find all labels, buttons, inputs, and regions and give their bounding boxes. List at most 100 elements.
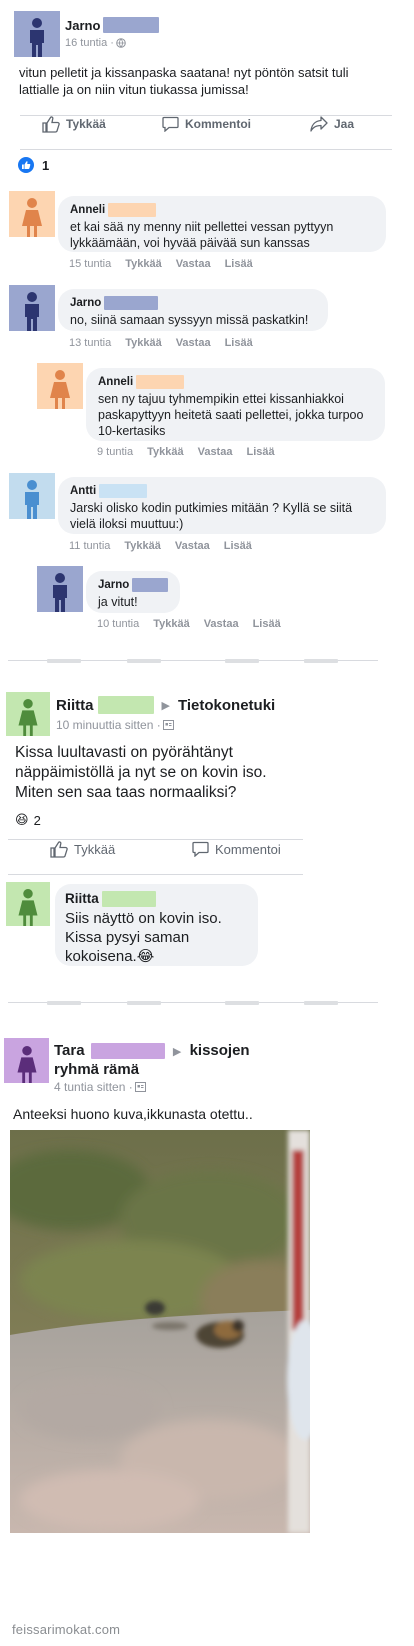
- post-timestamp[interactable]: 4 tuntia sitten ·: [54, 1080, 133, 1094]
- comment-more-link[interactable]: Lisää: [225, 258, 253, 270]
- caret-right-icon: ▶: [161, 699, 170, 712]
- female-person-icon: [18, 698, 38, 736]
- haha-reaction-icon: 😆: [15, 812, 29, 827]
- avatar[interactable]: [6, 692, 50, 736]
- separator-mark: [127, 659, 161, 663]
- avatar[interactable]: [9, 473, 55, 519]
- name-redaction: [97, 696, 154, 714]
- avatar[interactable]: [37, 363, 83, 409]
- avatar[interactable]: [6, 882, 50, 926]
- comment-button[interactable]: Kommentoi: [192, 841, 281, 857]
- divider: [20, 149, 392, 150]
- male-person-icon: [53, 573, 67, 612]
- reaction-count: 1: [42, 157, 50, 173]
- female-person-icon: [17, 1045, 36, 1083]
- comment-text: Jarski olisko kodin putkimies mitään ? K…: [70, 501, 353, 531]
- comment-text: no, siinä samaan syssyyn missä paskatkin…: [70, 313, 309, 327]
- separator-mark: [304, 659, 338, 663]
- avatar[interactable]: [9, 191, 55, 237]
- post-text: vitun pelletit ja kissanpaska saatana! n…: [19, 65, 349, 97]
- comment-timestamp[interactable]: 11 tuntia: [69, 540, 110, 552]
- comment-more-link[interactable]: Lisää: [246, 446, 274, 458]
- share-button[interactable]: Jaa: [310, 116, 354, 132]
- avatar[interactable]: [14, 11, 60, 57]
- name-redaction: [132, 578, 168, 592]
- comment-author[interactable]: Riitta: [65, 889, 99, 908]
- group-name[interactable]: Tietokonetuki: [178, 697, 275, 714]
- post-photo[interactable]: [10, 1130, 310, 1533]
- group-icon: [162, 720, 174, 730]
- comment-bubble: Jarno no, siinä samaan syssyyn missä pas…: [58, 289, 328, 331]
- comment-bubble: Jarno ja vitut!: [86, 571, 180, 613]
- comment-author[interactable]: Jarno: [98, 577, 129, 593]
- comment-author[interactable]: Anneli: [70, 202, 105, 218]
- comment-bubble: Riitta Siis näyttö on kovin iso. Kissa p…: [55, 884, 258, 966]
- comment-reply-link[interactable]: Vastaa: [176, 258, 211, 270]
- comment-text: ja vitut!: [98, 595, 138, 609]
- avatar[interactable]: [4, 1038, 49, 1083]
- comment-timestamp[interactable]: 10 tuntia: [97, 618, 139, 630]
- post-timestamp[interactable]: 10 minuuttia sitten ·: [56, 718, 161, 732]
- comment-text: Siis näyttö on kovin iso. Kissa pysyi sa…: [65, 910, 222, 965]
- comment-author[interactable]: Antti: [70, 483, 96, 499]
- male-person-icon: [30, 18, 44, 57]
- separator-mark: [304, 1001, 338, 1005]
- like-button[interactable]: Tykkää: [42, 115, 106, 133]
- post-timestamp[interactable]: 16 tuntia ·: [65, 37, 114, 49]
- reaction-count: 2: [33, 812, 41, 828]
- comment-bubble: Anneli sen ny tajuu tyhmempikin ettei ki…: [86, 368, 385, 441]
- post-author[interactable]: Riitta: [56, 697, 94, 714]
- comment-more-link[interactable]: Lisää: [225, 337, 253, 349]
- like-button[interactable]: Tykkää: [50, 840, 115, 858]
- comment-timestamp[interactable]: 15 tuntia: [69, 258, 111, 270]
- name-redaction: [101, 890, 156, 907]
- avatar[interactable]: [37, 566, 83, 612]
- comment-like-link[interactable]: Tykkää: [125, 258, 162, 270]
- group-icon: [134, 1082, 146, 1092]
- comment-more-link[interactable]: Lisää: [224, 540, 252, 552]
- reaction-summary[interactable]: 1: [18, 157, 49, 173]
- comment-button[interactable]: Kommentoi: [162, 116, 251, 132]
- comment-icon: [192, 841, 209, 857]
- reaction-summary[interactable]: 😆 2: [15, 812, 41, 828]
- comment-bubble: Antti Jarski olisko kodin putkimies mitä…: [58, 477, 386, 534]
- comment-reply-link[interactable]: Vastaa: [204, 618, 239, 630]
- comment-timestamp[interactable]: 9 tuntia: [97, 446, 133, 458]
- name-redaction: [108, 203, 157, 217]
- comment-reply-link[interactable]: Vastaa: [198, 446, 233, 458]
- thumbs-up-icon: [50, 840, 68, 858]
- globe-icon: [116, 38, 126, 48]
- comment-like-link[interactable]: Tykkää: [124, 540, 161, 552]
- name-redaction: [99, 484, 148, 498]
- separator-mark: [47, 1001, 81, 1005]
- post-author[interactable]: Tara: [54, 1042, 85, 1059]
- post-author[interactable]: Jarno: [65, 18, 100, 33]
- comment-timestamp[interactable]: 13 tuntia: [69, 337, 111, 349]
- comment-text: sen ny tajuu tyhmempikin ettei kissanhia…: [98, 392, 364, 438]
- female-person-icon: [22, 198, 42, 237]
- comment-bubble: Anneli et kai sää ny menny niit pellette…: [58, 196, 386, 252]
- comment-more-link[interactable]: Lisää: [253, 618, 281, 630]
- divider: [8, 874, 303, 875]
- comment-reply-link[interactable]: Vastaa: [175, 540, 210, 552]
- comment-like-link[interactable]: Tykkää: [147, 446, 184, 458]
- caret-right-icon: ▶: [172, 1046, 182, 1058]
- avatar[interactable]: [9, 285, 55, 331]
- cat-photo: [10, 1130, 310, 1533]
- like-label: Tykkää: [66, 117, 106, 131]
- comment-label: Kommentoi: [215, 841, 281, 857]
- comment-text: et kai sää ny menny niit pellettei vessa…: [70, 220, 334, 250]
- male-person-icon: [25, 292, 39, 331]
- separator-mark: [127, 1001, 161, 1005]
- comment-icon: [162, 116, 179, 132]
- comment-author[interactable]: Anneli: [98, 374, 133, 390]
- comment-reply-link[interactable]: Vastaa: [176, 337, 211, 349]
- watermark: feissarimokat.com: [12, 1622, 121, 1637]
- comment-author[interactable]: Jarno: [70, 295, 101, 311]
- comment-like-link[interactable]: Tykkää: [125, 337, 162, 349]
- female-person-icon: [18, 888, 38, 926]
- male-person-icon: [25, 480, 39, 519]
- like-reaction-icon: [18, 157, 34, 173]
- thumbs-up-icon: [42, 115, 60, 133]
- comment-like-link[interactable]: Tykkää: [153, 618, 190, 630]
